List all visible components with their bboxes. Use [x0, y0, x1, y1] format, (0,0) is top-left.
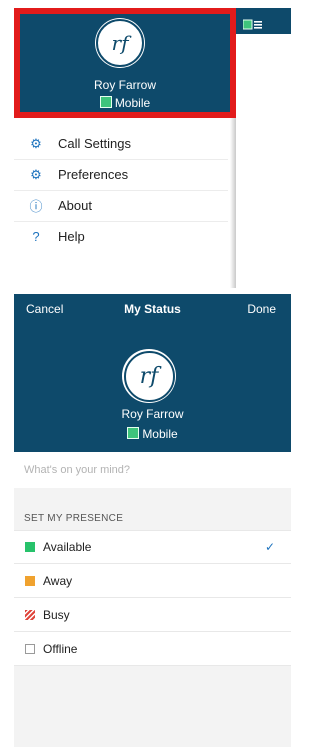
menu-item-about[interactable]: ⓘ About: [14, 190, 228, 222]
menu-item-label: Help: [58, 229, 85, 244]
presence-option-label: Available: [43, 540, 92, 554]
menu-item-call-settings[interactable]: ⚙ Call Settings: [14, 128, 228, 160]
avatar-initials: rf: [123, 350, 175, 402]
presence-option-label: Busy: [43, 607, 70, 622]
offline-icon: [25, 643, 35, 654]
available-icon: [25, 542, 35, 552]
presence-option-label: Away: [43, 573, 73, 588]
presence-section-heading: SET MY PRESENCE: [24, 513, 124, 524]
menu-item-label: Call Settings: [58, 136, 131, 151]
status-message-input[interactable]: [14, 452, 291, 488]
menu-item-label: Preferences: [58, 167, 129, 182]
status-header: Cancel My Status Done rf Roy Farrow Mobi…: [14, 294, 291, 452]
checkmark-icon: ✓: [264, 540, 275, 554]
done-button[interactable]: Done: [247, 302, 276, 316]
presence-option-away[interactable]: Away: [14, 564, 291, 598]
my-status-screen: Cancel My Status Done rf Roy Farrow Mobi…: [14, 294, 291, 747]
menu-edge-shadow: [230, 118, 236, 288]
presence-list-icon[interactable]: [242, 18, 263, 30]
busy-icon: [25, 609, 35, 620]
away-clock-icon: [25, 575, 35, 586]
user-status-label: Mobile: [142, 427, 178, 441]
gears-icon: ⚙: [30, 166, 42, 182]
menu-item-preferences[interactable]: ⚙ Preferences: [14, 159, 228, 191]
presence-option-available[interactable]: Available ✓: [14, 530, 291, 564]
side-menu: rf Roy Farrow Mobile ⚙ Call Settings ⚙ P…: [14, 8, 236, 288]
avatar[interactable]: rf: [122, 349, 176, 403]
presence-option-busy[interactable]: Busy: [14, 598, 291, 632]
gear-icon: ⚙: [30, 135, 42, 151]
cancel-button[interactable]: Cancel: [26, 302, 63, 316]
highlight-box: [14, 8, 236, 118]
mobile-status-icon: [127, 427, 140, 439]
question-icon: ?: [32, 229, 40, 244]
presence-option-offline[interactable]: Offline: [14, 632, 291, 666]
presence-option-label: Offline: [43, 641, 78, 656]
user-name: Roy Farrow: [121, 407, 184, 421]
menu-item-label: About: [58, 198, 92, 213]
user-status: Mobile: [14, 427, 291, 441]
menu-item-help[interactable]: ? Help: [14, 221, 228, 252]
info-icon: ⓘ: [29, 199, 43, 214]
